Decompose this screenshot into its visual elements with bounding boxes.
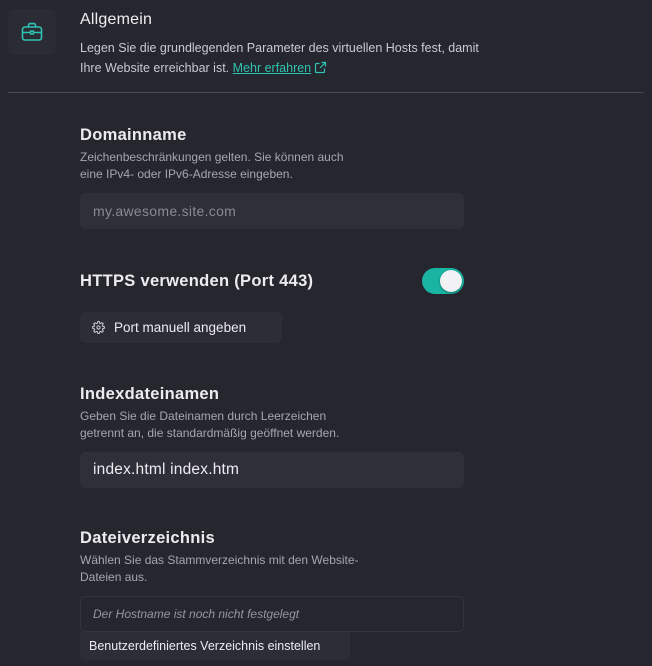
domain-help-line2: eine IPv4- oder IPv6-Adresse eingeben. <box>80 166 293 181</box>
toggle-knob <box>440 270 462 292</box>
index-help-line1: Geben Sie die Dateinamen durch Leerzeich… <box>80 409 327 423</box>
index-title: Indexdateinamen <box>80 385 220 403</box>
docroot-help-line1: Wählen Sie das Stammverzeichnis mit den … <box>80 553 359 567</box>
section-description: Legen Sie die grundlegenden Parameter de… <box>80 38 540 78</box>
docroot-path-field: Der Hostname ist noch nicht festgelegt <box>80 596 464 632</box>
domain-input[interactable] <box>80 193 464 229</box>
https-toggle[interactable] <box>422 268 464 294</box>
learn-more-label: Mehr erfahren <box>232 61 312 75</box>
custom-directory-button[interactable]: Benutzerdefiniertes Verzeichnis einstell… <box>80 632 350 660</box>
domain-help: Zeichenbeschränkungen gelten. Sie können… <box>80 149 400 182</box>
index-help-line2: getrennt an, die standardmäßig geöffnet … <box>80 425 340 440</box>
specify-port-label: Port manuell angeben <box>114 320 247 335</box>
section-title: Allgemein <box>80 11 153 28</box>
section-description-line1: Legen Sie die grundlegenden Parameter de… <box>80 41 479 55</box>
index-help: Geben Sie die Dateinamen durch Leerzeich… <box>80 408 400 441</box>
section-divider <box>8 92 644 93</box>
briefcase-icon <box>8 9 56 55</box>
learn-more-link[interactable]: Mehr erfahren <box>233 61 328 75</box>
specify-port-button[interactable]: Port manuell angeben <box>80 312 282 343</box>
index-files-input[interactable] <box>80 452 464 488</box>
section-description-line2: Ihre Website erreichbar ist. <box>80 61 230 75</box>
domain-title: Domainname <box>80 126 187 144</box>
gear-icon <box>92 321 105 334</box>
docroot-help-line2: Dateien aus. <box>80 569 148 584</box>
docroot-title: Dateiverzeichnis <box>80 529 216 547</box>
external-link-icon <box>315 61 327 74</box>
https-label: HTTPS verwenden (Port 443) <box>80 272 314 290</box>
docroot-help: Wählen Sie das Stammverzeichnis mit den … <box>80 552 400 585</box>
docroot-status: Der Hostname ist noch nicht festgelegt <box>93 607 300 621</box>
domain-help-line1: Zeichenbeschränkungen gelten. Sie können… <box>80 150 344 164</box>
custom-directory-label: Benutzerdefiniertes Verzeichnis einstell… <box>89 639 321 653</box>
